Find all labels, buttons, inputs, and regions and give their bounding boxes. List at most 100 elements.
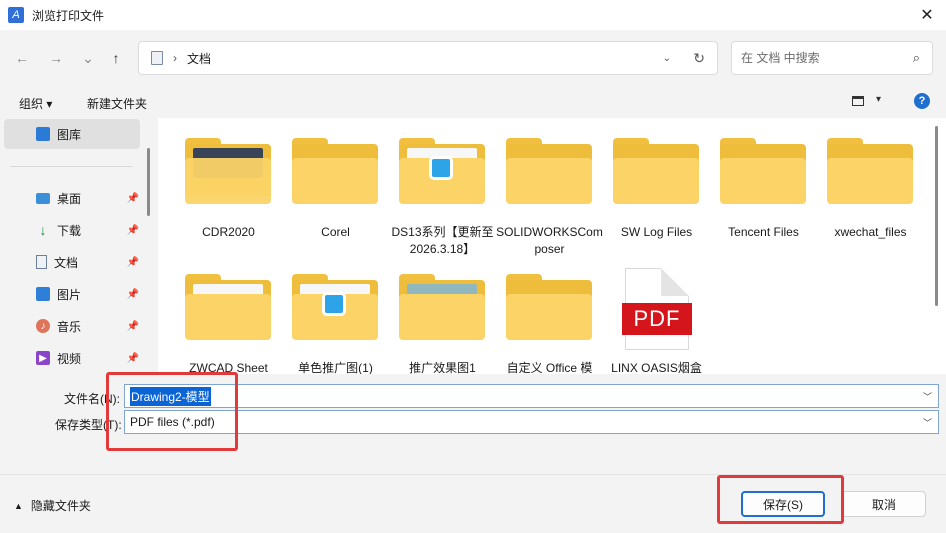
file-name: Corel xyxy=(321,225,350,239)
address-bar[interactable]: › 文档 ⌄ ↻ xyxy=(138,41,718,75)
chevron-down-icon: ⌄ xyxy=(82,49,94,66)
folder-icon xyxy=(613,138,699,204)
forward-button[interactable]: → xyxy=(44,46,68,70)
file-item-mono-promo[interactable]: 单色推广图(1) xyxy=(283,274,388,374)
file-item-custom-office-templates[interactable]: 自定义 Office 模 xyxy=(497,274,602,374)
file-item-corel[interactable]: Corel xyxy=(283,138,388,258)
chevron-down-icon[interactable]: ﹀ xyxy=(923,416,932,429)
save-form: 文件名(N): Drawing2-模型 ﹀ 保存类型(T): PDF files… xyxy=(0,374,946,474)
filename-value[interactable]: Drawing2-模型 xyxy=(130,386,211,406)
new-folder-button[interactable]: 新建文件夹 xyxy=(87,95,147,112)
navigation-pane: 图库 桌面 📌 ↓ 下载 📌 文档 📌 图片 📌 ♪ 音乐 📌 ▶ 视频 📌 xyxy=(0,118,155,374)
file-name: xwechat_files xyxy=(834,225,907,239)
search-box[interactable]: ⌕ xyxy=(731,41,933,75)
hide-folders-toggle[interactable]: ▲ 隐藏文件夹 xyxy=(14,497,91,514)
pin-icon[interactable]: 📌 xyxy=(127,289,139,300)
sidebar-item-gallery[interactable]: 图库 xyxy=(0,120,145,148)
desktop-icon xyxy=(36,192,50,204)
up-button[interactable]: ↑ xyxy=(104,46,128,70)
pdf-file-icon: PDF xyxy=(622,268,692,350)
filename-field[interactable]: Drawing2-模型 ﹀ xyxy=(124,384,939,408)
folder-icon xyxy=(399,274,485,340)
sidebar-item-videos[interactable]: ▶ 视频 📌 xyxy=(0,344,145,372)
chevron-up-icon: ▲ xyxy=(14,500,23,511)
chevron-down-icon[interactable]: ﹀ xyxy=(923,390,932,403)
file-name: SW Log Files xyxy=(620,225,693,239)
music-icon: ♪ xyxy=(36,319,50,333)
app-icon: A xyxy=(8,7,24,23)
file-name: Tencent Files xyxy=(728,225,799,239)
folder-icon xyxy=(292,274,378,340)
pin-icon[interactable]: 📌 xyxy=(127,257,139,268)
sidebar-item-music[interactable]: ♪ 音乐 📌 xyxy=(0,312,145,340)
folder-icon xyxy=(185,274,271,340)
address-dropdown-icon[interactable]: ⌄ xyxy=(663,53,671,64)
folder-icon xyxy=(292,138,378,204)
file-name: 自定义 Office 模 xyxy=(506,361,593,374)
gallery-icon xyxy=(36,127,50,141)
command-bar: 组织 ▾ 新建文件夹 ▾ ? xyxy=(0,86,946,118)
filename-label: 文件名(N): xyxy=(64,392,120,406)
save-button-label: 保存(S) xyxy=(763,497,803,512)
organize-menu[interactable]: 组织 ▾ xyxy=(19,95,52,112)
download-icon: ↓ xyxy=(39,222,47,238)
cancel-button[interactable]: 取消 xyxy=(842,491,926,517)
arrow-left-icon: ← xyxy=(15,50,29,66)
pin-icon[interactable]: 📌 xyxy=(127,225,139,236)
file-item-tencent-files[interactable]: Tencent Files xyxy=(711,138,816,258)
view-mode-icon[interactable] xyxy=(852,96,864,106)
sidebar-item-label: 图库 xyxy=(57,127,82,142)
arrow-up-icon: ↑ xyxy=(112,50,120,66)
folder-icon xyxy=(399,138,485,204)
close-icon: ✕ xyxy=(920,7,934,24)
view-options-dropdown[interactable]: ▾ xyxy=(876,94,881,105)
breadcrumb-documents[interactable]: 文档 xyxy=(187,50,211,67)
file-name: LINX OASIS烟盒 xyxy=(611,361,702,374)
pictures-icon xyxy=(36,287,50,301)
folder-icon xyxy=(185,138,271,204)
file-name: 推广效果图1 xyxy=(409,361,476,374)
file-item-cdr2020[interactable]: CDR2020 xyxy=(176,138,281,258)
search-icon[interactable]: ⌕ xyxy=(913,50,920,66)
hide-folders-label: 隐藏文件夹 xyxy=(30,499,91,513)
help-icon[interactable]: ? xyxy=(914,93,930,109)
arrow-right-icon: → xyxy=(49,50,63,66)
file-item-solidworks-composer[interactable]: SOLIDWORKSComposer xyxy=(496,138,603,258)
back-button[interactable]: ← xyxy=(10,46,34,70)
filetype-value: PDF files (*.pdf) xyxy=(130,415,215,429)
sidebar-item-downloads[interactable]: ↓ 下载 📌 xyxy=(0,216,145,244)
file-item-promo-effect[interactable]: 推广效果图1 xyxy=(390,274,495,374)
save-button[interactable]: 保存(S) xyxy=(741,491,825,517)
pin-icon[interactable]: 📌 xyxy=(127,321,139,332)
close-button[interactable]: ✕ xyxy=(916,4,938,26)
pin-icon[interactable]: 📌 xyxy=(127,193,139,204)
sidebar-item-label: 音乐 xyxy=(57,319,82,334)
sidebar-item-pictures[interactable]: 图片 📌 xyxy=(0,280,145,308)
cancel-button-label: 取消 xyxy=(871,497,896,512)
sidebar-item-desktop[interactable]: 桌面 📌 xyxy=(0,184,145,212)
file-list-scrollbar[interactable] xyxy=(935,126,938,306)
footer-bar: ▲ 隐藏文件夹 保存(S) 取消 xyxy=(0,474,946,533)
file-name: ZWCAD Sheet xyxy=(189,361,268,374)
folder-icon xyxy=(720,138,806,204)
sidebar-item-label: 图片 xyxy=(57,287,82,302)
pdf-badge: PDF xyxy=(622,303,692,335)
file-item-sw-log-files[interactable]: SW Log Files xyxy=(604,138,709,258)
navigation-bar: ← → ⌄ ↑ › 文档 ⌄ ↻ ⌕ xyxy=(0,30,946,86)
file-item-ds13[interactable]: DS13系列【更新至2026.3.18】 xyxy=(390,138,495,258)
file-name: DS13系列【更新至2026.3.18】 xyxy=(391,225,494,256)
file-item-zwcad-sheet[interactable]: ZWCAD Sheet xyxy=(176,274,281,374)
sidebar-item-label: 下载 xyxy=(57,223,82,238)
search-input[interactable] xyxy=(741,51,901,65)
file-item-xwechat-files[interactable]: xwechat_files xyxy=(818,138,923,258)
breadcrumb-separator-icon: › xyxy=(173,51,177,65)
sidebar-item-documents[interactable]: 文档 📌 xyxy=(0,248,145,276)
pin-icon[interactable]: 📌 xyxy=(127,353,139,364)
sidebar-scrollbar[interactable] xyxy=(147,148,150,216)
file-item-linx-oasis-pdf[interactable]: PDF LINX OASIS烟盒 xyxy=(604,268,709,374)
recent-locations-button[interactable]: ⌄ xyxy=(76,46,100,70)
file-list: CDR2020 Corel DS13系列【更新至2026.3.18】 SOLID… xyxy=(158,118,946,374)
filetype-label: 保存类型(T): xyxy=(55,418,122,432)
refresh-icon[interactable]: ↻ xyxy=(693,50,705,67)
filetype-select[interactable]: PDF files (*.pdf) ﹀ xyxy=(124,410,939,434)
